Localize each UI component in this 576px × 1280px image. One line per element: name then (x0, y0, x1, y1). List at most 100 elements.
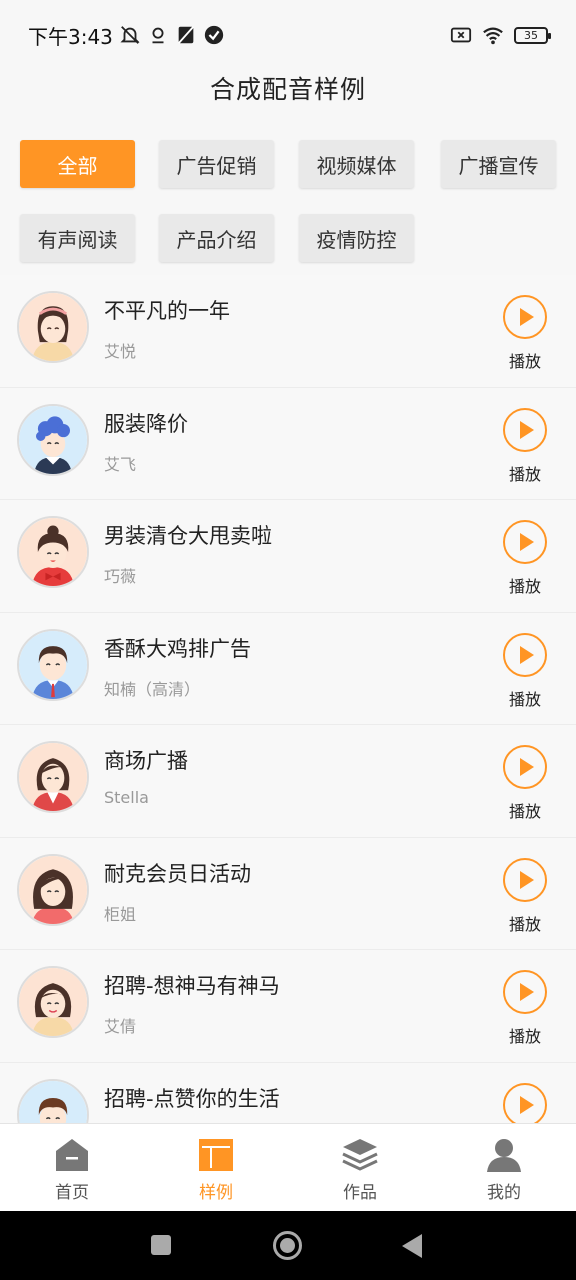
home-icon (56, 1139, 88, 1171)
voice-name: 艾飞 (104, 454, 137, 474)
list-item[interactable]: 商场广播 Stella 播放 (0, 725, 576, 838)
sample-title: 招聘-想神马有神马 (104, 974, 280, 998)
tab-works[interactable]: 作品 (288, 1124, 432, 1211)
man-avatar-icon (19, 630, 87, 699)
girl-avatar-icon (19, 518, 87, 586)
play-button[interactable] (503, 632, 547, 677)
sample-title: 不平凡的一年 (104, 299, 230, 323)
list-item[interactable]: 服装降价 艾飞 播放 (0, 387, 576, 500)
tab-mine[interactable]: 我的 (432, 1124, 576, 1211)
status-right: 35 (450, 24, 551, 46)
tab-label: 我的 (487, 1183, 521, 1203)
wifi-icon (483, 27, 503, 45)
play-label[interactable]: 播放 (500, 461, 550, 485)
play-icon (520, 533, 534, 551)
play-icon (520, 308, 534, 326)
sample-title: 商场广播 (104, 749, 188, 773)
woman-avatar-icon (19, 855, 87, 924)
filter-chip-all[interactable]: 全部 (20, 140, 135, 188)
sample-title: 男装清仓大甩卖啦 (104, 524, 272, 548)
voice-name: 艾悦 (104, 342, 137, 361)
list-item[interactable]: 男装清仓大甩卖啦 巧薇 播放 (0, 500, 576, 613)
tab-samples[interactable]: 样例 (144, 1124, 288, 1211)
sample-title: 香酥大鸡排广告 (104, 636, 251, 661)
play-label[interactable]: 播放 (500, 686, 550, 710)
avatar (17, 853, 89, 926)
tab-label: 首页 (55, 1183, 89, 1203)
status-bar: 下午3:43 35 (0, 0, 576, 70)
filter-chip-ads[interactable]: 广告促销 (159, 140, 274, 188)
home-button-icon[interactable] (273, 1231, 302, 1260)
voice-name: 巧薇 (104, 567, 137, 586)
play-icon (520, 420, 534, 439)
voice-name: Stella (104, 788, 149, 807)
status-time: 下午3:43 (28, 24, 113, 49)
play-label[interactable]: 播放 (500, 573, 550, 597)
play-label[interactable]: 播放 (500, 798, 550, 822)
play-icon (520, 645, 534, 664)
girl-avatar-icon (19, 968, 87, 1036)
play-icon (520, 983, 534, 1001)
status-left: 下午3:43 (28, 21, 225, 50)
layout-icon (199, 1139, 233, 1171)
avatar (17, 403, 89, 476)
list-item[interactable]: 耐克会员日活动 柜姐 播放 (0, 837, 576, 950)
location-icon (152, 27, 164, 44)
play-icon (520, 1095, 534, 1114)
tab-label: 样例 (199, 1183, 233, 1203)
play-button[interactable] (503, 857, 547, 902)
recent-apps-icon[interactable] (151, 1235, 171, 1255)
mute-bell-icon (120, 26, 140, 44)
list-item[interactable]: 招聘-点赞你的生活 播放 (0, 1062, 576, 1123)
filter-chip-epidemic[interactable]: 疫情防控 (299, 214, 414, 262)
battery-icon: 35 (514, 26, 551, 44)
filter-chip-audiobook[interactable]: 有声阅读 (20, 214, 135, 262)
page-title: 合成配音样例 (209, 75, 366, 104)
play-label[interactable]: 播放 (500, 348, 550, 372)
sample-title: 服装降价 (104, 411, 188, 436)
voice-name: 知楠（高清） (104, 679, 201, 699)
play-button[interactable] (503, 520, 547, 564)
play-icon (520, 870, 534, 889)
list-item[interactable]: 招聘-想神马有神马 艾倩 播放 (0, 950, 576, 1063)
bottom-tab-bar: 首页 样例 作品 我的 (0, 1123, 576, 1211)
sample-title: 招聘-点赞你的生活 (104, 1086, 280, 1111)
system-nav-bar (0, 1211, 576, 1280)
list-item[interactable]: 香酥大鸡排广告 知楠（高清） 播放 (0, 612, 576, 725)
play-button[interactable] (503, 295, 547, 339)
no-sim-icon (177, 26, 194, 44)
back-icon[interactable] (402, 1234, 422, 1258)
sample-title: 耐克会员日活动 (104, 861, 251, 886)
user-icon (487, 1139, 521, 1172)
category-filters: 全部 广告促销 视频媒体 广播宣传 有声阅读 产品介绍 疫情防控 (20, 140, 560, 265)
avatar (17, 628, 89, 701)
avatar (17, 741, 89, 813)
filter-chip-video[interactable]: 视频媒体 (299, 140, 414, 188)
layers-icon (342, 1139, 378, 1171)
play-label[interactable]: 播放 (500, 911, 550, 935)
sample-list: 不平凡的一年 艾悦 播放 服装降价 艾飞 播放 男装清仓大甩卖啦 巧薇 播放 香… (0, 275, 576, 1123)
sim-off-icon (450, 27, 472, 43)
voice-name: 艾倩 (104, 1017, 137, 1036)
play-button[interactable] (503, 407, 547, 452)
play-label[interactable]: 播放 (500, 1023, 550, 1047)
play-icon (520, 758, 534, 776)
list-item[interactable]: 不平凡的一年 艾悦 播放 (0, 275, 576, 388)
boy-avatar-icon (19, 405, 87, 474)
play-button[interactable] (503, 745, 547, 789)
tab-home[interactable]: 首页 (0, 1124, 144, 1211)
play-button[interactable] (503, 1082, 547, 1123)
avatar (17, 966, 89, 1038)
woman-avatar-icon (19, 743, 87, 811)
voice-name: 柜姐 (104, 904, 137, 924)
avatar (17, 1078, 89, 1123)
check-circle-icon (204, 25, 224, 45)
filter-chip-broadcast[interactable]: 广播宣传 (441, 140, 556, 188)
girl-avatar-icon (19, 293, 87, 361)
man-avatar-icon (19, 1080, 87, 1123)
play-button[interactable] (503, 970, 547, 1014)
tab-label: 作品 (343, 1183, 377, 1203)
avatar (17, 516, 89, 588)
avatar (17, 291, 89, 363)
filter-chip-product[interactable]: 产品介绍 (159, 214, 274, 262)
